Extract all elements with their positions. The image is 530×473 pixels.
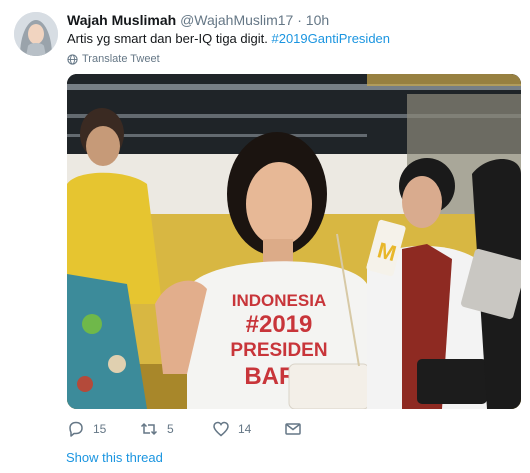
user-handle[interactable]: @WajahMuslim17 [180, 12, 293, 28]
display-name[interactable]: Wajah Muslimah [67, 12, 176, 28]
globe-icon [67, 53, 78, 65]
retweet-count: 5 [167, 422, 174, 436]
translate-tweet[interactable]: Translate Tweet [67, 52, 160, 66]
tweet-text: Artis yg smart dan ber-IQ tiga digit. #2… [67, 30, 390, 48]
tweet-actions: 15 5 14 [67, 420, 367, 440]
translate-label: Translate Tweet [82, 53, 160, 65]
avatar-image [14, 12, 58, 56]
shirt-line-2: #2019 [246, 311, 313, 338]
message-action[interactable] [284, 420, 302, 438]
shirt-line-1: INDONESIA [232, 291, 326, 310]
timestamp[interactable]: 10h [306, 12, 329, 28]
tweet-photo[interactable]: INDONESIA #2019 PRESIDEN BARU M [67, 74, 521, 409]
like-action[interactable]: 14 [212, 420, 251, 438]
shirt-line-3: PRESIDEN [230, 340, 327, 361]
reply-icon [69, 421, 83, 437]
avatar[interactable] [14, 12, 58, 56]
tweet: Wajah Muslimah @WajahMuslim17 · 10h Arti… [0, 0, 530, 473]
heart-icon [213, 421, 229, 437]
hashtag-link[interactable]: #2019GantiPresiden [271, 31, 390, 46]
tweet-header: Wajah Muslimah @WajahMuslim17 · 10h [67, 11, 329, 29]
reply-action[interactable]: 15 [67, 420, 106, 438]
envelope-icon [285, 423, 301, 435]
like-count: 14 [238, 422, 252, 436]
separator-dot: · [297, 12, 302, 28]
retweet-icon [140, 422, 158, 436]
tweet-body: Artis yg smart dan ber-IQ tiga digit. [67, 31, 268, 46]
reply-count: 15 [93, 422, 107, 436]
show-thread-link[interactable]: Show this thread [66, 450, 163, 466]
stadium-photo: INDONESIA #2019 PRESIDEN BARU M [67, 74, 521, 409]
retweet-action[interactable]: 5 [139, 420, 174, 438]
